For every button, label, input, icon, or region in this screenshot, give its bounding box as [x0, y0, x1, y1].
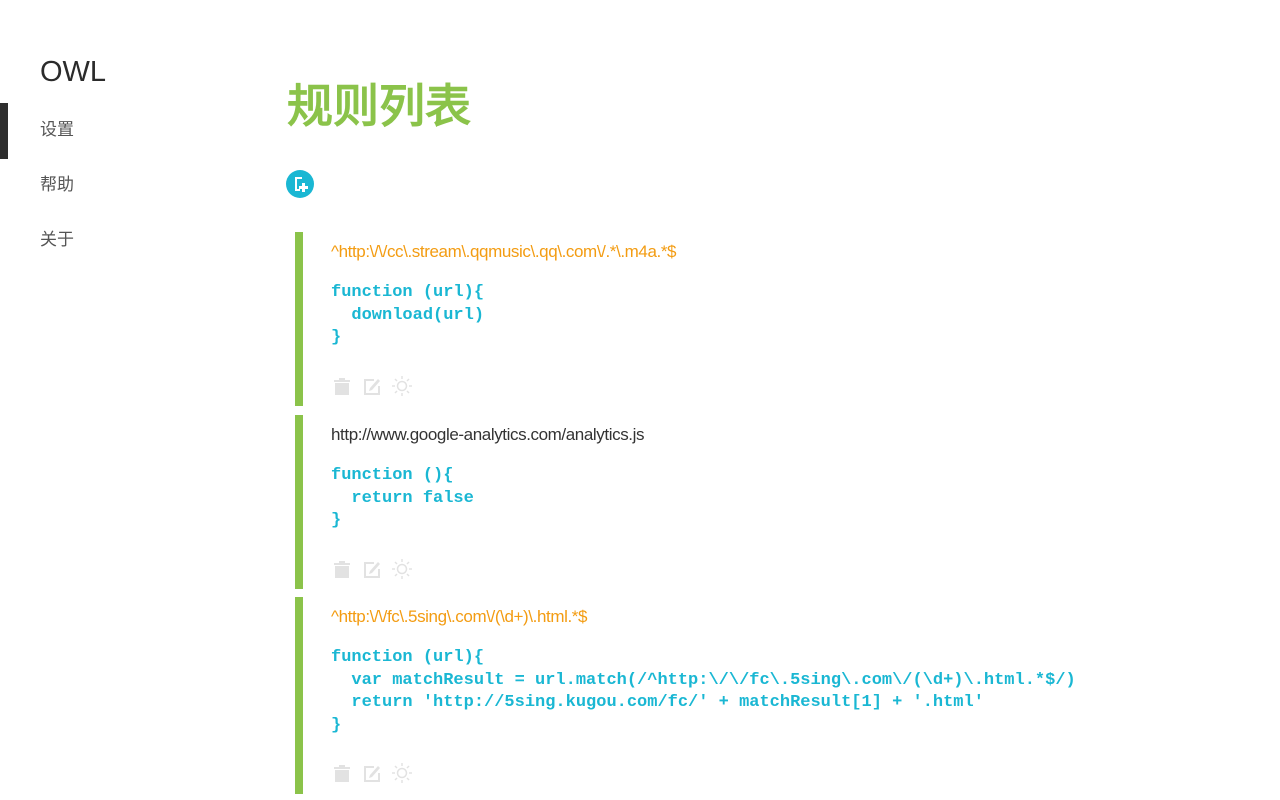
- rule-code: function (){ return false }: [331, 466, 474, 530]
- page-title: 规则列表: [287, 80, 471, 132]
- toggle-sun-icon[interactable]: [391, 558, 413, 580]
- rule-code: function (url){ download(url) }: [331, 283, 485, 347]
- edit-icon[interactable]: [361, 558, 383, 580]
- toggle-sun-icon[interactable]: [391, 375, 413, 397]
- trash-icon[interactable]: [331, 762, 353, 784]
- rule-actions: [331, 762, 413, 784]
- rule-pattern: http://www.google-analytics.com/analytic…: [331, 425, 645, 444]
- sidebar-item-settings[interactable]: 设置: [40, 102, 74, 158]
- toggle-sun-icon[interactable]: [391, 762, 413, 784]
- trash-icon[interactable]: [331, 558, 353, 580]
- rule-code: function (url){ var matchResult = url.ma…: [331, 648, 1076, 735]
- edit-icon[interactable]: [361, 762, 383, 784]
- rule-actions: [331, 375, 413, 397]
- rule-item: ^http:\/\/fc\.5sing\.com\/(\d+)\.html.*$…: [295, 597, 1203, 794]
- app-logo: OWL: [40, 56, 107, 88]
- add-document-icon: [295, 177, 308, 192]
- sidebar-item-about[interactable]: 关于: [40, 212, 74, 268]
- rule-pattern: ^http:\/\/cc\.stream\.qqmusic\.qq\.com\/…: [331, 242, 677, 261]
- rule-pattern: ^http:\/\/fc\.5sing\.com\/(\d+)\.html.*$: [331, 607, 588, 626]
- trash-icon[interactable]: [331, 375, 353, 397]
- rule-actions: [331, 558, 413, 580]
- active-nav-indicator: [0, 103, 8, 159]
- rule-item: http://www.google-analytics.com/analytic…: [295, 415, 1203, 589]
- sidebar: OWL 设置 帮助 关于: [0, 0, 240, 800]
- add-rule-button[interactable]: [286, 170, 314, 198]
- edit-icon[interactable]: [361, 375, 383, 397]
- rule-item: ^http:\/\/cc\.stream\.qqmusic\.qq\.com\/…: [295, 232, 1203, 406]
- sidebar-item-help[interactable]: 帮助: [40, 157, 74, 213]
